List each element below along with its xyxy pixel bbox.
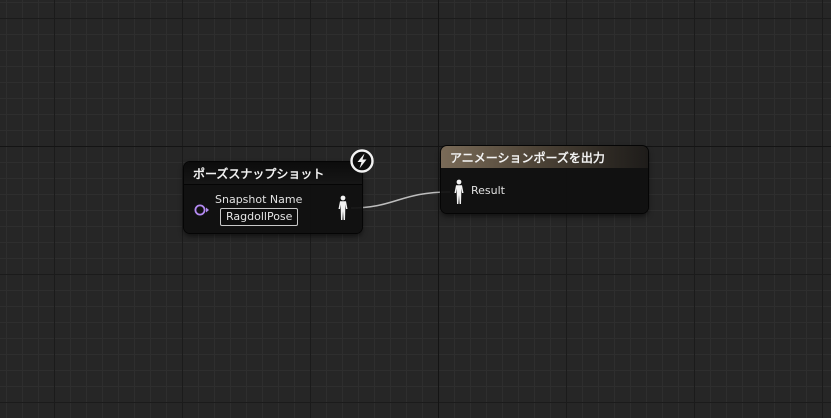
output-animation-pose-node-title: アニメーションポーズを出力 [441, 146, 648, 168]
pose-figure-icon[interactable] [337, 195, 349, 221]
snapshot-name-pin-row: Snapshot Name [215, 193, 302, 206]
lightning-bolt-icon [350, 149, 374, 173]
snapshot-name-input[interactable]: RagdollPose [220, 208, 299, 226]
result-pin-label: Result [471, 184, 505, 197]
result-pin-row: Result [471, 184, 505, 197]
blueprint-graph-canvas[interactable]: ポーズスナップショット Snapshot Name RagdollPose アニ… [0, 0, 831, 418]
pose-connection-wire[interactable] [0, 0, 831, 418]
output-animation-pose-node[interactable]: アニメーションポーズを出力 Result [441, 146, 648, 213]
snapshot-name-input-pin-icon[interactable] [194, 203, 210, 217]
pose-figure-icon[interactable] [453, 179, 465, 205]
pose-snapshot-node[interactable]: ポーズスナップショット Snapshot Name RagdollPose [184, 162, 362, 233]
pose-snapshot-node-title: ポーズスナップショット [184, 162, 362, 185]
snapshot-name-label: Snapshot Name [215, 193, 303, 206]
